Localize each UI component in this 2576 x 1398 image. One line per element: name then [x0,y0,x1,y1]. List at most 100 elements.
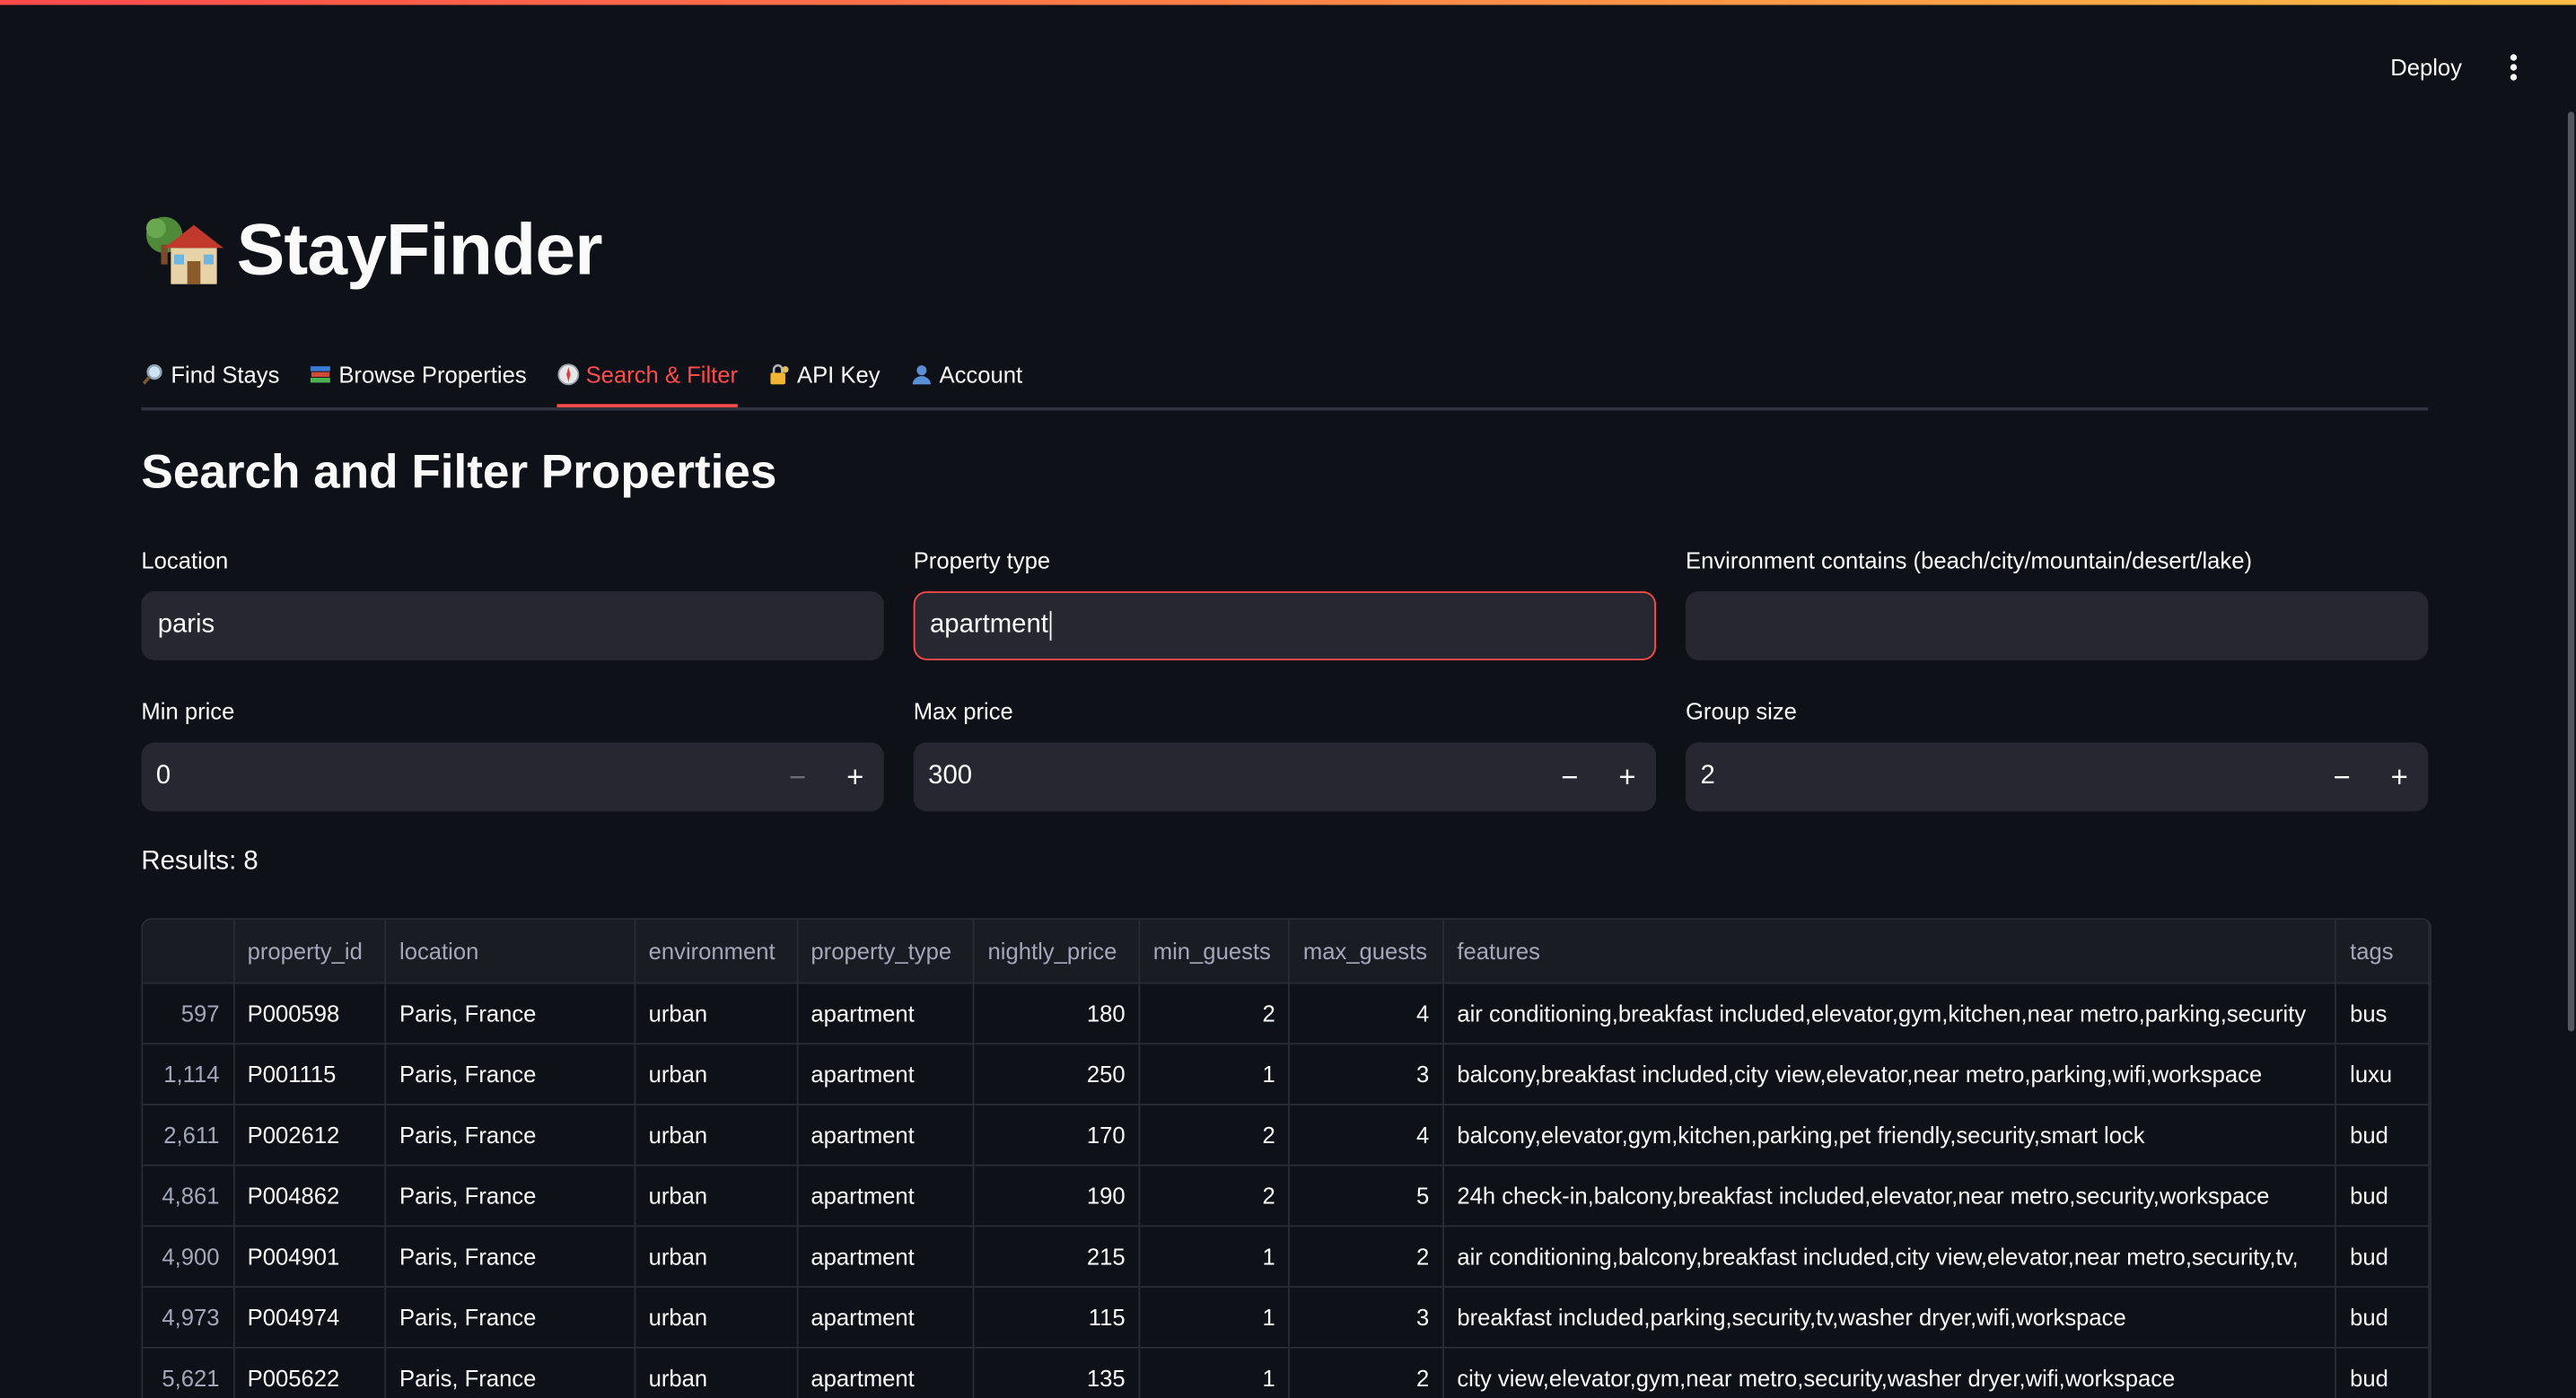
tab-account[interactable]: Account [910,345,1022,404]
table-cell[interactable]: P000598 [233,982,387,1044]
table-cell[interactable]: Paris, France [385,1043,635,1105]
table-cell[interactable]: P004974 [233,1286,387,1348]
environment-input[interactable] [1685,590,2429,660]
table-cell[interactable]: bud [2335,1164,2431,1227]
table-cell[interactable]: luxu [2335,1043,2431,1105]
table-cell[interactable]: 2 [1139,982,1291,1044]
table-cell[interactable]: apartment [796,1286,975,1348]
table-cell[interactable]: urban [635,982,798,1044]
table-cell[interactable]: balcony,elevator,gym,kitchen,parking,pet… [1442,1104,2337,1166]
max-price-input[interactable]: 300 − + [913,742,1657,812]
table-cell[interactable]: 180 [973,982,1141,1044]
table-row[interactable]: 4,973 P004974 Paris, France urban apartment 1… [143,1286,2431,1348]
tab-api-key[interactable]: API Key [767,345,881,404]
max-price-value[interactable]: 300 [914,762,1541,791]
table-cell[interactable]: bud [2335,1104,2431,1166]
table-cell[interactable]: 24h check-in,balcony,breakfast included,… [1442,1164,2337,1227]
column-header[interactable]: features [1442,920,2337,983]
table-row[interactable]: 4,861 P004862 Paris, France urban apartment 1… [143,1164,2431,1227]
location-input[interactable]: paris [141,590,884,660]
table-cell[interactable]: P002612 [233,1104,387,1166]
table-cell[interactable]: air conditioning,balcony,breakfast inclu… [1442,1225,2337,1288]
group-size-increment-button[interactable]: + [2370,742,2428,811]
min-price-increment-button[interactable]: + [827,742,884,811]
page-scrollbar[interactable] [2567,111,2575,1032]
table-cell[interactable]: 1 [1139,1286,1291,1348]
table-cell[interactable]: Paris, France [385,1346,635,1398]
row-index-cell[interactable]: 2,611 [143,1104,234,1166]
row-index-cell[interactable]: 4,900 [143,1225,234,1288]
row-index-cell[interactable]: 597 [143,982,234,1044]
table-cell[interactable]: bud [2335,1286,2431,1348]
table-cell[interactable]: 3 [1289,1043,1444,1105]
row-index-cell[interactable]: 1,114 [143,1043,234,1105]
table-cell[interactable]: apartment [796,1104,975,1166]
table-cell[interactable]: 115 [973,1286,1141,1348]
table-cell[interactable]: balcony,breakfast included,city view,ele… [1442,1043,2337,1105]
row-index-cell[interactable]: 4,973 [143,1286,234,1348]
column-header[interactable]: property_id [233,920,387,983]
tab-search-filter[interactable]: Search & Filter [556,345,738,407]
table-row[interactable]: 4,900 P004901 Paris, France urban apartment 2… [143,1225,2431,1288]
table-row[interactable]: 597 P000598 Paris, France urban apartment 180… [143,982,2431,1044]
table-cell[interactable]: 5 [1289,1164,1444,1227]
table-cell[interactable]: P004862 [233,1164,387,1227]
table-cell[interactable]: 3 [1289,1286,1444,1348]
min-price-input[interactable]: 0 − + [141,742,884,812]
table-row[interactable]: 5,621 P005622 Paris, France urban apartment 1… [143,1346,2431,1398]
tab-find-stays[interactable]: Find Stays [141,345,279,404]
table-cell[interactable]: 4 [1289,1104,1444,1166]
table-cell[interactable]: 135 [973,1346,1141,1398]
column-header[interactable]: min_guests [1139,920,1291,983]
table-cell[interactable]: 2 [1289,1346,1444,1398]
table-cell[interactable]: 2 [1139,1164,1291,1227]
table-cell[interactable]: city view,elevator,gym,near metro,securi… [1442,1346,2337,1398]
table-cell[interactable]: 250 [973,1043,1141,1105]
table-cell[interactable]: P004901 [233,1225,387,1288]
column-header[interactable] [143,920,234,983]
column-header[interactable]: nightly_price [973,920,1141,983]
table-cell[interactable]: Paris, France [385,1104,635,1166]
table-cell[interactable]: apartment [796,1225,975,1288]
column-header[interactable]: location [385,920,635,983]
table-row[interactable]: 2,611 P002612 Paris, France urban apartment 1… [143,1104,2431,1166]
table-cell[interactable]: 1 [1139,1225,1291,1288]
table-cell[interactable]: P005622 [233,1346,387,1398]
table-cell[interactable]: apartment [796,982,975,1044]
property-type-input[interactable]: apartment [913,590,1657,660]
deploy-button[interactable]: Deploy [2376,49,2477,85]
table-cell[interactable]: apartment [796,1346,975,1398]
table-cell[interactable]: bud [2335,1225,2431,1288]
column-header[interactable]: environment [635,920,798,983]
table-cell[interactable]: urban [635,1346,798,1398]
row-index-cell[interactable]: 5,621 [143,1346,234,1398]
max-price-decrement-button[interactable]: − [1541,742,1599,811]
table-cell[interactable]: 1 [1139,1043,1291,1105]
min-price-value[interactable]: 0 [141,762,768,791]
table-cell[interactable]: apartment [796,1164,975,1227]
table-cell[interactable]: 170 [973,1104,1141,1166]
column-header[interactable]: tags [2335,920,2431,983]
table-cell[interactable]: urban [635,1286,798,1348]
group-size-value[interactable]: 2 [1686,762,2313,791]
table-cell[interactable]: Paris, France [385,1286,635,1348]
min-price-decrement-button[interactable]: − [769,742,827,811]
table-cell[interactable]: air conditioning,breakfast included,elev… [1442,982,2337,1044]
table-cell[interactable]: bud [2335,1346,2431,1398]
table-cell[interactable]: urban [635,1225,798,1288]
table-cell[interactable]: P001115 [233,1043,387,1105]
tab-browse-properties[interactable]: Browse Properties [309,345,527,404]
table-cell[interactable]: 1 [1139,1346,1291,1398]
table-cell[interactable]: breakfast included,parking,security,tv,w… [1442,1286,2337,1348]
table-cell[interactable]: Paris, France [385,1164,635,1227]
table-cell[interactable]: Paris, France [385,982,635,1044]
table-cell[interactable]: 2 [1139,1104,1291,1166]
table-cell[interactable]: urban [635,1104,798,1166]
table-cell[interactable]: urban [635,1164,798,1227]
table-cell[interactable]: 2 [1289,1225,1444,1288]
table-cell[interactable]: 190 [973,1164,1141,1227]
table-cell[interactable]: 4 [1289,982,1444,1044]
max-price-increment-button[interactable]: + [1599,742,1656,811]
table-cell[interactable]: 215 [973,1225,1141,1288]
table-cell[interactable]: bus [2335,982,2431,1044]
